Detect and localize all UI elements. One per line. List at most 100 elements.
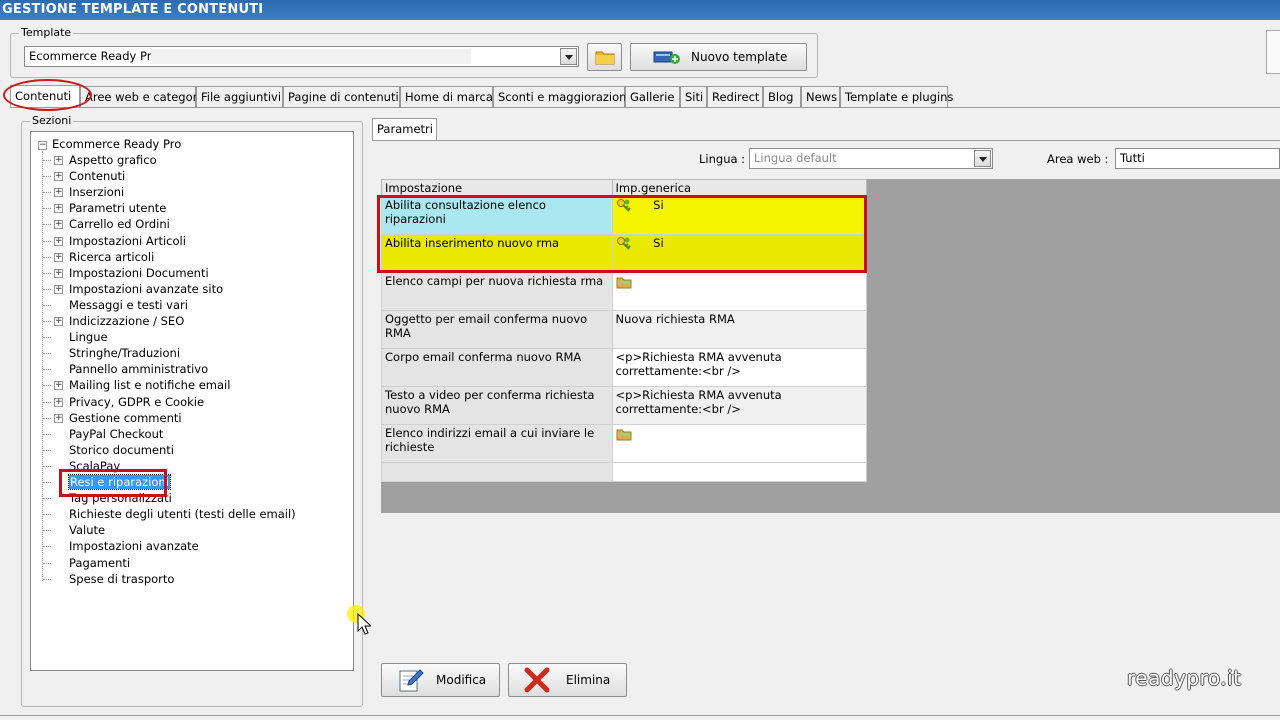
- sections-tree[interactable]: − Ecommerce Ready Pro + Aspetto grafico + C…: [30, 131, 354, 671]
- table-row[interactable]: Oggetto per email conferma nuovo RMA Nuo…: [381, 310, 868, 349]
- table-row[interactable]: Elenco indirizzi email a cui inviare le …: [381, 424, 868, 463]
- right-edge-button[interactable]: [1266, 30, 1280, 74]
- tree-line: [43, 224, 51, 225]
- tree-item[interactable]: Contenuti: [69, 169, 125, 183]
- expand-icon[interactable]: +: [54, 156, 63, 165]
- collapse-icon[interactable]: −: [38, 141, 47, 150]
- tree-item[interactable]: Indicizzazione / SEO: [69, 314, 184, 328]
- expand-icon[interactable]: +: [54, 381, 63, 390]
- expand-icon[interactable]: +: [54, 220, 63, 229]
- tree-item[interactable]: Storico documenti: [69, 443, 174, 457]
- row-name[interactable]: Corpo email conferma nuovo RMA: [381, 348, 613, 387]
- tree-item[interactable]: Gestione commenti: [69, 411, 182, 425]
- expand-icon[interactable]: +: [54, 269, 63, 278]
- params-tab-baseline: [372, 140, 1280, 141]
- expand-icon[interactable]: +: [54, 414, 63, 423]
- row-value[interactable]: <p>Richiesta RMA avvenuta correttamente:…: [611, 386, 868, 425]
- tree-item[interactable]: Richieste degli utenti (testi delle emai…: [69, 507, 296, 521]
- expand-icon[interactable]: +: [54, 253, 63, 262]
- new-template-button[interactable]: Nuovo template: [630, 43, 807, 71]
- chevron-down-icon[interactable]: [560, 48, 577, 65]
- template-group-label: Template: [19, 26, 74, 39]
- table-row[interactable]: Testo a video per conferma richiesta nuo…: [381, 386, 868, 425]
- tree-line: [43, 208, 51, 209]
- tree-item[interactable]: Mailing list e notifiche email: [69, 378, 230, 392]
- tree-item[interactable]: PayPal Checkout: [69, 427, 163, 441]
- tab-aree-web[interactable]: Aree web e categorie: [80, 86, 208, 107]
- window-title: GESTIONE TEMPLATE E CONTENUTI: [0, 0, 1280, 20]
- row-name[interactable]: Testo a video per conferma richiesta nuo…: [381, 386, 613, 425]
- tab-siti[interactable]: Siti: [680, 86, 707, 107]
- tree-item[interactable]: Ricerca articoli: [69, 250, 154, 264]
- row-value[interactable]: <p>Richiesta RMA avvenuta correttamente:…: [611, 348, 868, 387]
- tree-item[interactable]: Aspetto grafico: [69, 153, 157, 167]
- tab-redirect[interactable]: Redirect: [707, 86, 763, 107]
- tab-sconti[interactable]: Sconti e maggiorazioni: [493, 86, 630, 107]
- table-row[interactable]: Elenco campi per nuova richiesta rma: [381, 272, 868, 311]
- modifica-button[interactable]: Modifica: [381, 663, 500, 697]
- bottom-border: [0, 715, 1280, 716]
- tree-line: [43, 176, 51, 177]
- tab-parametri[interactable]: Parametri: [372, 118, 437, 140]
- row-name[interactable]: Elenco indirizzi email a cui inviare le …: [381, 424, 613, 463]
- tree-item[interactable]: Valute: [69, 523, 105, 537]
- tree-item[interactable]: Privacy, GDPR e Cookie: [69, 395, 204, 409]
- tree-item[interactable]: Messaggi e testi vari: [69, 298, 188, 312]
- row-value[interactable]: Nuova richiesta RMA: [611, 310, 868, 349]
- expand-icon[interactable]: +: [54, 237, 63, 246]
- tree-line: [43, 563, 51, 564]
- elimina-button[interactable]: Elimina: [508, 663, 627, 697]
- tree-item[interactable]: Lingue: [69, 330, 108, 344]
- col-imp-generica-header[interactable]: Imp.generica: [611, 179, 868, 197]
- area-web-select[interactable]: Tutti: [1115, 148, 1280, 169]
- tree-item[interactable]: Pannello amministrativo: [69, 362, 208, 376]
- tree-line: [43, 466, 51, 467]
- tree-item[interactable]: Stringhe/Traduzioni: [69, 346, 180, 360]
- lingua-select[interactable]: Lingua default: [749, 148, 993, 169]
- chevron-down-icon[interactable]: [974, 150, 991, 167]
- template-select[interactable]: Ecommerce Ready Pro: [24, 46, 579, 67]
- watermark: readypro.it: [1127, 666, 1242, 690]
- open-folder-button[interactable]: [587, 43, 622, 71]
- tab-pagine-contenuti[interactable]: Pagine di contenuti: [283, 86, 400, 107]
- table-row[interactable]: Corpo email conferma nuovo RMA <p>Richie…: [381, 348, 868, 387]
- tab-template-plugins[interactable]: Template e plugins: [840, 86, 953, 107]
- table-row-empty[interactable]: [381, 462, 868, 482]
- col-impostazione-header[interactable]: Impostazione: [381, 179, 613, 197]
- modifica-label: Modifica: [436, 673, 487, 687]
- tree-line: [43, 385, 51, 386]
- tab-news[interactable]: News: [801, 86, 840, 107]
- tab-home-di-marca[interactable]: Home di marca: [400, 86, 493, 107]
- tree-line: [43, 434, 51, 435]
- tab-blog[interactable]: Blog: [763, 86, 801, 107]
- expand-icon[interactable]: +: [54, 317, 63, 326]
- tab-file-aggiuntivi[interactable]: File aggiuntivi: [196, 86, 283, 107]
- tree-item[interactable]: Parametri utente: [69, 201, 166, 215]
- tree-item[interactable]: Impostazioni avanzate: [69, 539, 199, 553]
- tree-item[interactable]: Impostazioni Articoli: [69, 234, 186, 248]
- tree-item[interactable]: Impostazioni Documenti: [69, 266, 209, 280]
- expand-icon[interactable]: +: [54, 398, 63, 407]
- tree-item[interactable]: Pagamenti: [69, 556, 130, 570]
- tree-line: [43, 337, 51, 338]
- row-name[interactable]: Oggetto per email conferma nuovo RMA: [381, 310, 613, 349]
- blurred-field: [151, 49, 471, 64]
- tab-gallerie[interactable]: Gallerie: [625, 86, 680, 107]
- tree-item[interactable]: Carrello ed Ordini: [69, 217, 170, 231]
- row-value[interactable]: [611, 424, 868, 463]
- tree-line: [43, 369, 51, 370]
- tree-root[interactable]: Ecommerce Ready Pro: [52, 137, 181, 151]
- tree-line: [43, 402, 51, 403]
- expand-icon[interactable]: +: [54, 204, 63, 213]
- tree-item[interactable]: Inserzioni: [69, 185, 124, 199]
- expand-icon[interactable]: +: [54, 188, 63, 197]
- expand-icon[interactable]: +: [54, 172, 63, 181]
- tree-item[interactable]: Impostazioni avanzate sito: [69, 282, 223, 296]
- expand-icon[interactable]: +: [54, 285, 63, 294]
- row-value-empty[interactable]: [611, 462, 868, 482]
- row-value[interactable]: [611, 272, 868, 311]
- row-name[interactable]: Elenco campi per nuova richiesta rma: [381, 272, 613, 311]
- row-name-empty[interactable]: [381, 462, 613, 482]
- tree-line: [43, 514, 51, 515]
- tree-item[interactable]: Spese di trasporto: [69, 572, 174, 586]
